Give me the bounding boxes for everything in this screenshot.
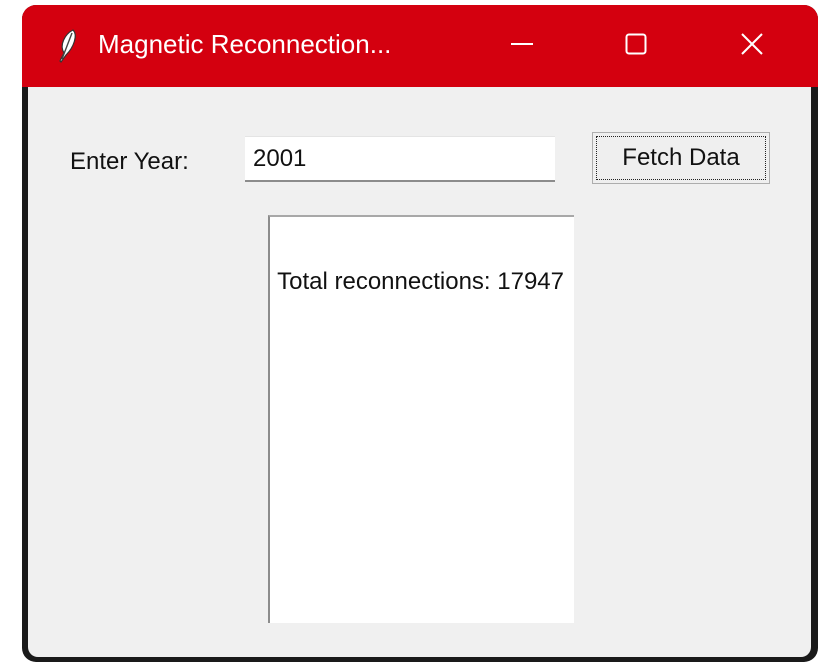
minimize-button[interactable] [482, 5, 562, 87]
result-text-box[interactable]: Total reconnections: 17947 [268, 215, 574, 623]
feather-icon [56, 29, 78, 65]
year-input[interactable] [245, 136, 555, 182]
minimize-icon [511, 33, 533, 60]
fetch-data-button[interactable]: Fetch Data [592, 132, 770, 184]
result-text: Total reconnections: 17947 [277, 268, 564, 295]
title-bar[interactable]: Magnetic Reconnection... [22, 5, 818, 87]
fetch-data-button-label: Fetch Data [596, 136, 766, 180]
window-client-area: Enter Year: Fetch Data Total reconnectio… [28, 87, 811, 657]
close-icon [740, 32, 764, 61]
year-label: Enter Year: [70, 148, 189, 175]
maximize-icon [625, 33, 647, 60]
close-button[interactable] [712, 5, 792, 87]
window-title: Magnetic Reconnection... [98, 29, 392, 59]
app-window: Magnetic Reconnection... Enter Year: 200… [22, 5, 818, 662]
maximize-button[interactable] [596, 5, 676, 87]
